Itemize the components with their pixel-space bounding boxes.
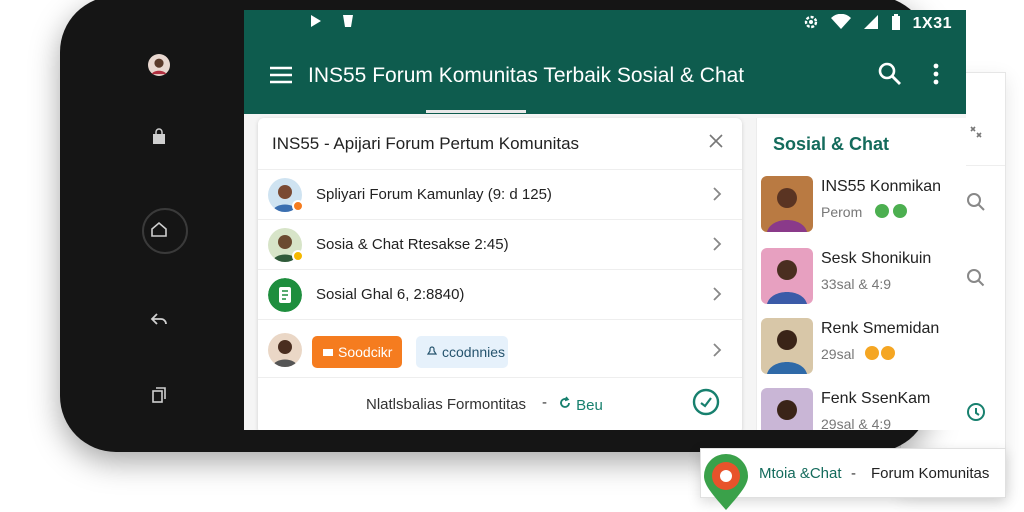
item-title: Sesk Shonikuin bbox=[821, 250, 932, 267]
footer-link[interactable]: Beu bbox=[558, 396, 603, 414]
home-icon[interactable] bbox=[148, 218, 170, 240]
avatar bbox=[268, 333, 302, 367]
status-time: 1X31 bbox=[912, 15, 952, 32]
thumbnail bbox=[761, 318, 813, 374]
floating-label-b: Forum Komunitas bbox=[871, 465, 990, 482]
more-vert-icon[interactable] bbox=[928, 60, 944, 88]
battery-icon bbox=[891, 13, 901, 35]
status-badge bbox=[881, 346, 895, 360]
row-label: Sosia & Chat Rtesakse 2:45) bbox=[316, 236, 509, 253]
app-bar: INS55 Forum Komunitas Terbaik Sosial & C… bbox=[244, 36, 966, 114]
title-underline bbox=[426, 110, 526, 113]
avatar[interactable] bbox=[148, 54, 170, 76]
phone-frame: 1X31 INS55 Forum Komunitas Terbaik Sosia… bbox=[60, 0, 966, 452]
chip-label: ccodnnies bbox=[442, 344, 506, 360]
thumbnail bbox=[761, 388, 813, 430]
panel-heading: Sosial & Chat bbox=[773, 134, 890, 154]
footer-text: Nlatlsbalias Formontitas bbox=[366, 396, 527, 413]
footer-link-label: Beu bbox=[576, 397, 603, 414]
item-subtitle: Perom bbox=[821, 204, 863, 220]
shield-icon bbox=[342, 14, 354, 32]
status-badge bbox=[865, 346, 879, 360]
action-row: Soodcikr ccodnnies bbox=[258, 322, 742, 378]
wifi-icon bbox=[830, 13, 851, 34]
signal-icon bbox=[863, 14, 879, 34]
shopping-bag-icon[interactable] bbox=[148, 126, 170, 148]
check-circle-icon[interactable] bbox=[692, 388, 720, 416]
hamburger-icon[interactable] bbox=[268, 62, 294, 88]
play-icon bbox=[310, 14, 322, 32]
list-item[interactable]: Fenk SsenKam 29sal & 4:9 bbox=[757, 384, 966, 430]
list-item[interactable]: Sosia & Chat Rtesakse 2:45) bbox=[258, 220, 742, 270]
row-label: Sosial Ghal 6, 2:8840) bbox=[316, 286, 465, 303]
floating-dash: - bbox=[851, 465, 856, 482]
main-card: INS55 - Apijari Forum Pertum Komunitas S… bbox=[258, 118, 742, 430]
back-icon[interactable] bbox=[148, 308, 170, 330]
list-item[interactable]: Sesk Shonikuin 33sal & 4:9 bbox=[757, 244, 966, 310]
thumbnail bbox=[761, 176, 813, 232]
list-item[interactable]: INS55 Konmikan Perom bbox=[757, 172, 966, 238]
blue-action-button[interactable]: ccodnnies bbox=[416, 336, 508, 368]
floating-label-a: Mtoia &Chat bbox=[759, 465, 842, 482]
bell-icon bbox=[426, 344, 438, 360]
chevron-right-icon bbox=[710, 284, 724, 304]
page-title: INS55 Forum Komunitas Terbaik Sosial & C… bbox=[308, 64, 745, 87]
gear-icon bbox=[803, 14, 819, 34]
card-header: INS55 - Apijari Forum Pertum Komunitas bbox=[258, 118, 742, 170]
chevron-right-icon[interactable] bbox=[710, 340, 724, 360]
list-item[interactable]: Renk Smemidan 29sal bbox=[757, 314, 966, 380]
right-list-panel: Sosial & Chat INS55 Konmikan Perom Sesk … bbox=[756, 118, 966, 430]
thumbnail bbox=[761, 248, 813, 304]
item-title: Fenk SsenKam bbox=[821, 390, 931, 407]
status-badge bbox=[875, 204, 889, 218]
app-logo-icon bbox=[268, 278, 302, 312]
close-icon[interactable] bbox=[706, 132, 726, 152]
status-badge bbox=[292, 250, 304, 262]
item-subtitle: 29sal bbox=[821, 346, 855, 362]
item-title: INS55 Konmikan bbox=[821, 178, 942, 195]
item-title: Renk Smemidan bbox=[821, 320, 940, 337]
phone-screen: 1X31 INS55 Forum Komunitas Terbaik Sosia… bbox=[244, 10, 966, 430]
refresh-icon bbox=[558, 396, 576, 414]
chevron-right-icon bbox=[710, 184, 724, 204]
map-pin-icon bbox=[700, 452, 752, 512]
card-footer: Nlatlsbalias Formontitas - Beu bbox=[258, 376, 742, 430]
status-badge bbox=[292, 200, 304, 212]
status-bar: 1X31 bbox=[244, 10, 966, 36]
row-label: Spliyari Forum Kamunlay (9: d 125) bbox=[316, 186, 552, 203]
gift-icon bbox=[322, 344, 334, 360]
item-subtitle: 29sal & 4:9 bbox=[821, 416, 892, 430]
chevron-right-icon bbox=[710, 234, 724, 254]
list-item[interactable]: Spliyari Forum Kamunlay (9: d 125) bbox=[258, 170, 742, 220]
search-icon[interactable] bbox=[876, 60, 904, 88]
orange-action-button[interactable]: Soodcikr bbox=[312, 336, 402, 368]
recent-apps-icon[interactable] bbox=[148, 384, 170, 406]
card-title: INS55 - Apijari Forum Pertum Komunitas bbox=[272, 134, 580, 153]
item-subtitle: 33sal & 4:9 bbox=[821, 276, 892, 292]
list-item[interactable]: Sosial Ghal 6, 2:8840) bbox=[258, 270, 742, 320]
status-badge bbox=[893, 204, 907, 218]
footer-dash: - bbox=[542, 394, 547, 411]
chip-label: Soodcikr bbox=[338, 344, 393, 360]
